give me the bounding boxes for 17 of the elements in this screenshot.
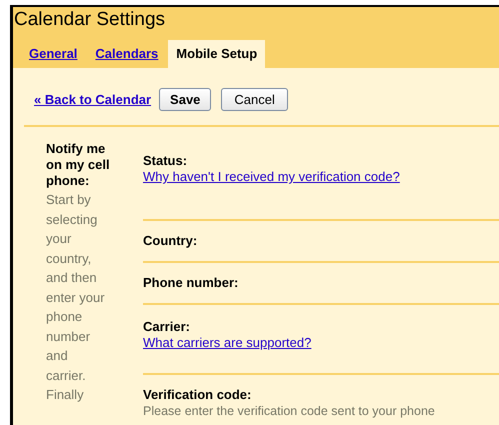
- button[interactable]: Save: [159, 88, 212, 111]
- field-hint: Please enter the verification code sent to your phone: [143, 403, 436, 419]
- help-link[interactable]: Why haven't I received my verification code?: [143, 169, 400, 185]
- field-label: Status:: [143, 153, 188, 169]
- back-link[interactable]: « Back to Calendar: [34, 90, 152, 110]
- field-label: Carrier:: [143, 319, 191, 335]
- tab[interactable]: Calendars: [87, 40, 166, 68]
- field-label: Verification code:: [143, 387, 252, 403]
- help-link[interactable]: What carriers are supported?: [143, 335, 312, 351]
- tab[interactable]: Mobile Setup: [168, 40, 266, 68]
- tab[interactable]: General: [21, 40, 86, 68]
- button[interactable]: Cancel: [221, 88, 288, 111]
- field-label: Country:: [143, 233, 198, 249]
- section-description: Start by selecting your country, and then enter your phone number and carrier. Finally: [46, 191, 106, 404]
- section-heading: Notify me on my cell phone:: [46, 141, 111, 189]
- field-label: Phone number:: [143, 275, 240, 291]
- window-title: Calendar Settings: [13, 8, 166, 32]
